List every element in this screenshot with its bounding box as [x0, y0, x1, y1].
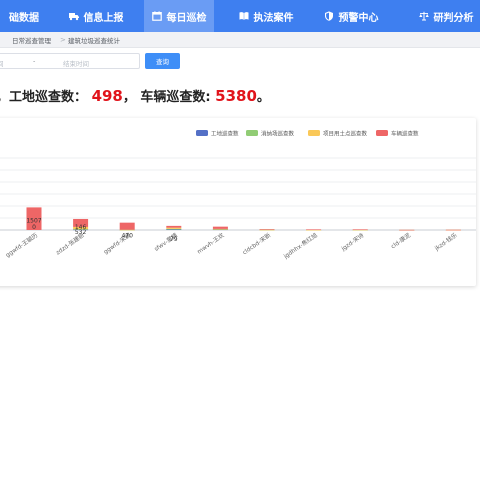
top-navigation: 础数据 信息上报 每日巡检 执法案件 预警中心 研判分析: [0, 0, 480, 32]
chart-bar: [259, 229, 275, 231]
end-date-input[interactable]: 结束时间: [63, 58, 89, 68]
x-tick-label: cldcbd-宋新: [241, 231, 273, 256]
nav-item-label: 每日巡检: [166, 12, 207, 24]
nav-item-daily-inspection[interactable]: 每日巡检: [144, 0, 214, 32]
nav-item-label: 预警中心: [338, 12, 379, 24]
nav-item-analysis[interactable]: 研判分析: [408, 0, 480, 32]
nav-item-label: 研判分析: [433, 12, 474, 24]
x-tick-label: ggwfd-王毓历: [4, 231, 39, 259]
breadcrumb-item-daily-inspection[interactable]: 日常巡查管理: [12, 35, 51, 45]
legend-swatch: [376, 130, 388, 136]
nav-item-label: 信息上报: [83, 12, 124, 24]
chart-bar: [306, 229, 322, 230]
stats-middle: ，: [122, 90, 136, 105]
legend-swatch: [196, 130, 208, 136]
site-count-value: 498: [91, 87, 123, 105]
legend-swatch: [246, 130, 258, 136]
chart-bar: [352, 229, 368, 230]
shield-icon: [324, 11, 334, 21]
chart-bar: [166, 228, 182, 230]
legend-label: 车辆巡查数: [391, 130, 419, 138]
x-tick-label: jgzd-宋诗: [339, 231, 366, 253]
site-count-label: 工地巡查数：: [9, 90, 88, 105]
date-range-separator: -: [33, 57, 36, 65]
nav-item-law-cases[interactable]: 执法案件: [230, 0, 302, 32]
stats-suffix: 。: [256, 90, 270, 105]
data-label: 146: [75, 224, 87, 231]
chart-bar: [119, 222, 135, 230]
query-button[interactable]: 查询: [145, 53, 180, 69]
breadcrumb-separator: >: [60, 35, 66, 44]
chart-bar: [166, 227, 182, 229]
book-icon: [239, 11, 249, 21]
chart-bar: [399, 229, 415, 231]
nav-item-label: 础数据: [9, 12, 39, 24]
legend-label: 消纳场巡查数: [261, 130, 295, 138]
chart-bar: [212, 228, 228, 230]
x-tick-label: mwvh-王欢: [195, 231, 225, 256]
nav-item-warning-center[interactable]: 预警中心: [314, 0, 388, 32]
nav-item-basic-data[interactable]: 础数据: [0, 0, 60, 32]
breadcrumb: 日常巡查管理 > 建筑垃圾巡查统计: [0, 32, 480, 48]
page: 础数据 信息上报 每日巡检 执法案件 预警中心 研判分析 日常巡查管理 > 建筑…: [0, 0, 480, 480]
nav-item-label: 执法案件: [253, 12, 294, 24]
stats-summary: ，工地巡查数： 498， 车辆巡查数: 5380。: [0, 86, 270, 106]
calendar-icon: [151, 11, 162, 21]
scale-icon: [418, 11, 429, 21]
data-label: 79: [170, 236, 178, 243]
vehicle-count-label: 车辆巡查数:: [140, 90, 216, 105]
chart-bar: [166, 225, 182, 228]
chart-bar: [259, 229, 275, 230]
chart-bar: [445, 229, 461, 231]
chart-bar: [119, 229, 135, 231]
legend-label: 项目用土点巡查数: [323, 130, 368, 138]
legend-swatch: [308, 130, 320, 136]
chart-bar: [212, 226, 228, 229]
breadcrumb-item-current: 建筑垃圾巡查统计: [68, 36, 120, 45]
truck-icon: [68, 11, 79, 21]
chart-bar: [306, 229, 322, 231]
x-tick-label: jkzd-钱乐: [432, 231, 458, 253]
inspection-bar-chart: 工地巡查数 消纳场巡查数 项目用土点巡查数 车辆巡查数ggwfd-王毓历 zdzd-张建…: [0, 130, 476, 261]
inspection-chart-panel: 工地巡查数 消纳场巡查数 项目用土点巡查数 车辆巡查数 ggwfd-王毓历 zdzd-张建…: [0, 118, 476, 286]
vehicle-count-value: 5380: [215, 87, 257, 105]
start-date-input[interactable]: 间: [0, 58, 4, 68]
data-label: 470: [121, 233, 133, 240]
legend-label: 工地巡查数: [211, 130, 239, 138]
nav-item-info-report[interactable]: 信息上报: [60, 0, 132, 32]
data-label: 0: [32, 224, 36, 231]
stats-prefix: ，: [0, 90, 9, 105]
x-tick-label: jgdhhx-焦红旭: [281, 231, 319, 261]
x-tick-label: cld-康泥: [389, 231, 412, 250]
date-range-picker[interactable]: 间 - 结束时间: [0, 53, 140, 69]
